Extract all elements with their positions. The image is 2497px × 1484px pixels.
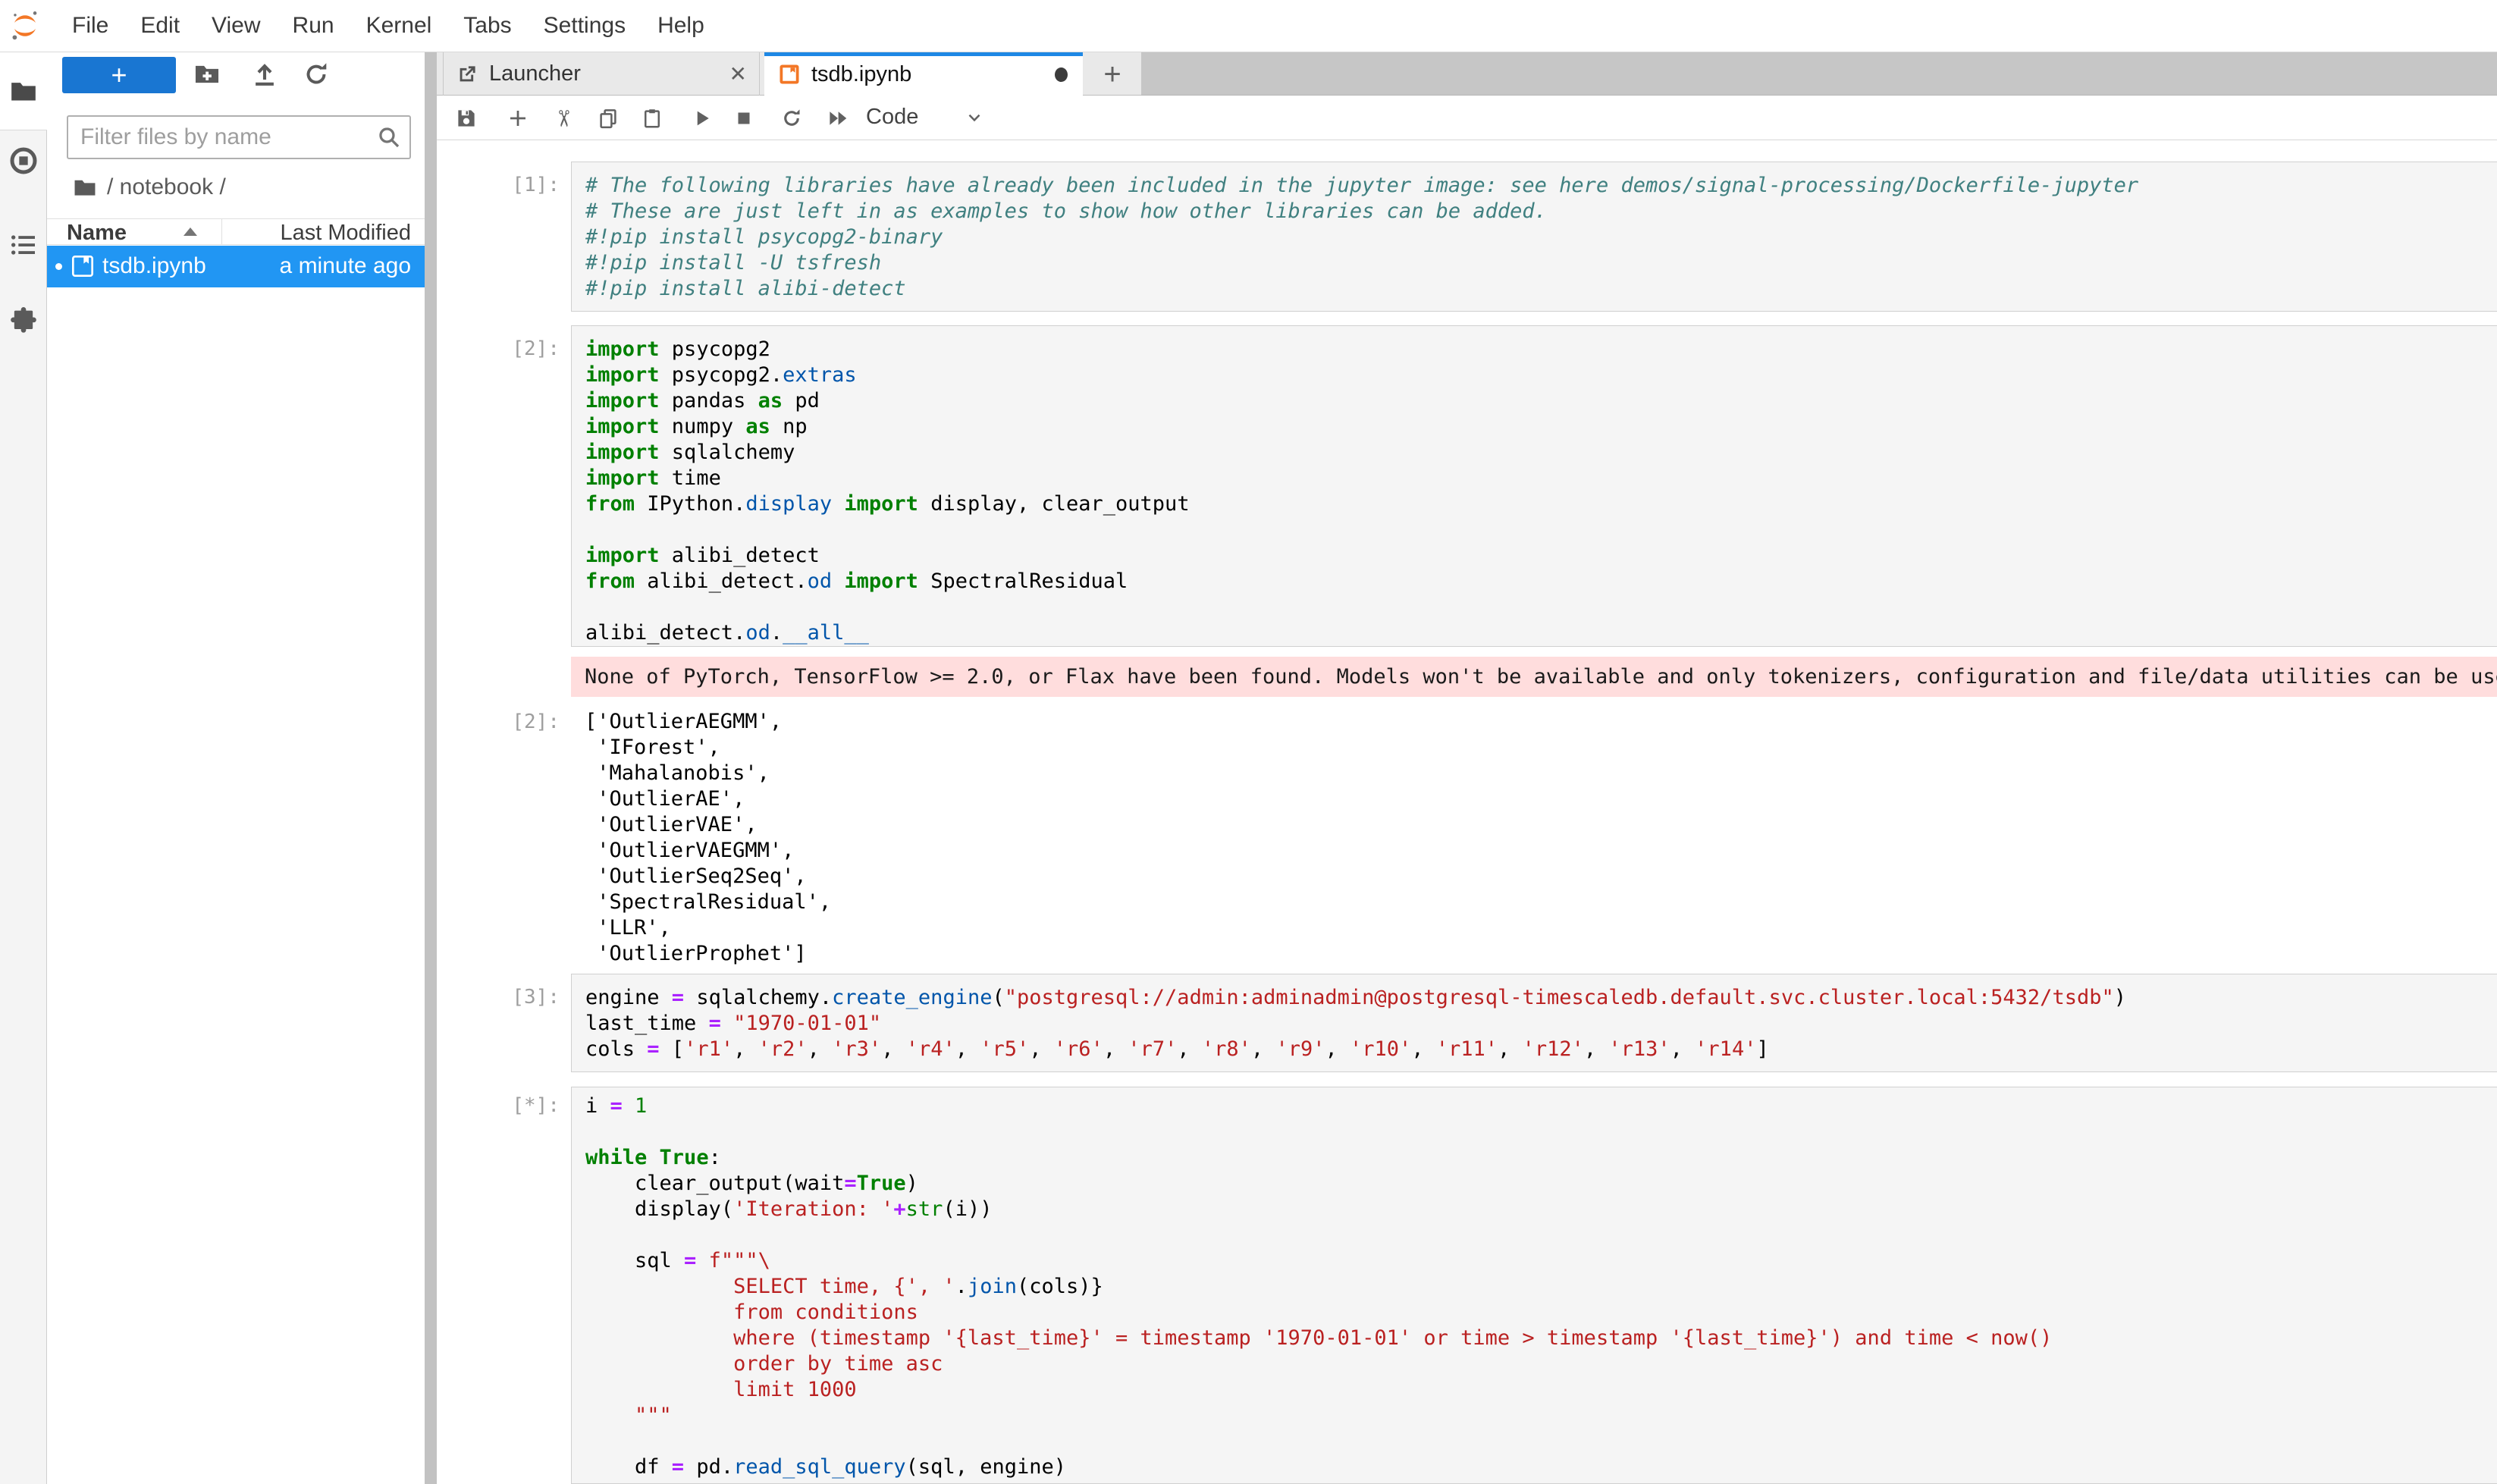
play-icon <box>691 107 714 130</box>
cell-4-input-prompt: [*]: <box>438 1093 566 1118</box>
menu-item-edit[interactable]: Edit <box>124 13 196 39</box>
tab-launcher-label: Launcher <box>489 61 581 86</box>
chevron-down-icon[interactable] <box>965 108 984 127</box>
tab-launcher[interactable]: Launcher ✕ <box>443 52 760 96</box>
folder-icon <box>8 76 39 106</box>
puzzle-icon <box>8 306 39 336</box>
interrupt-kernel-button[interactable] <box>732 105 758 131</box>
restart-kernel-button[interactable] <box>780 105 806 131</box>
notebook-icon <box>778 63 801 86</box>
column-header-name[interactable]: Name <box>67 221 127 246</box>
notebook-toolbar: ✂ <box>437 96 2497 140</box>
list-icon <box>8 230 39 260</box>
filter-files-field <box>67 115 411 159</box>
home-folder-icon[interactable] <box>72 174 98 200</box>
notebook-file-icon <box>71 254 95 278</box>
restart-run-all-button[interactable] <box>827 105 852 131</box>
menu-item-settings[interactable]: Settings <box>528 13 642 39</box>
new-launcher-button[interactable]: + <box>62 57 176 93</box>
main-dock-panel: Launcher ✕ tsdb.ipynb + <box>437 52 2497 1484</box>
add-tab-button[interactable]: + <box>1086 52 1139 96</box>
cell-type-dropdown[interactable]: Code <box>866 105 918 130</box>
filter-files-input[interactable] <box>67 115 411 159</box>
sidebar-tab-file-browser[interactable] <box>0 52 47 130</box>
column-header-last-modified[interactable]: Last Modified <box>281 221 412 246</box>
file-name: tsdb.ipynb <box>102 253 206 279</box>
copy-cells-button[interactable] <box>597 105 623 131</box>
tab-bar-empty-area <box>1141 52 2497 96</box>
upload-button[interactable] <box>250 60 279 89</box>
cell-3-code-editor[interactable]: engine = sqlalchemy.create_engine("postg… <box>571 974 2497 1072</box>
menu-item-file[interactable]: File <box>56 13 124 39</box>
new-folder-icon <box>193 60 221 89</box>
unsaved-changes-icon <box>1055 67 1068 82</box>
stop-icon <box>732 107 755 130</box>
insert-cell-button[interactable] <box>507 105 532 131</box>
menu-item-help[interactable]: Help <box>642 13 720 39</box>
plus-icon <box>507 107 529 130</box>
fast-forward-icon <box>827 107 849 130</box>
breadcrumb-path: / notebook / <box>107 174 226 200</box>
column-divider <box>221 219 222 245</box>
menu-items: File Edit View Run Kernel Tabs Settings … <box>56 13 720 39</box>
scissors-icon: ✂ <box>550 109 576 128</box>
restart-icon <box>780 107 803 130</box>
jupyter-logo-icon <box>8 8 42 43</box>
refresh-icon <box>302 60 331 89</box>
active-tab-indicator <box>764 52 1083 56</box>
save-button[interactable] <box>455 105 481 131</box>
sidebar-tab-table-of-contents[interactable] <box>0 230 47 260</box>
sort-ascending-icon <box>184 227 197 236</box>
upload-icon <box>250 60 279 89</box>
tab-tsdb-ipynb[interactable]: tsdb.ipynb <box>764 52 1083 96</box>
file-modified-time: a minute ago <box>280 253 411 279</box>
breadcrumb[interactable]: / notebook / <box>72 172 226 202</box>
paste-icon <box>641 107 663 130</box>
run-cell-button[interactable] <box>691 105 717 131</box>
cell-2-input-prompt: [2]: <box>438 336 566 362</box>
tab-tsdb-label: tsdb.ipynb <box>811 62 911 87</box>
unsaved-dot-icon <box>55 263 62 270</box>
file-row-tsdb-ipynb[interactable]: tsdb.ipynb a minute ago <box>47 246 425 287</box>
copy-icon <box>597 107 620 130</box>
menu-item-kernel[interactable]: Kernel <box>350 13 448 39</box>
file-list-header: Name Last Modified <box>47 218 425 245</box>
tab-close-button[interactable]: ✕ <box>729 61 747 86</box>
launcher-icon <box>456 63 478 86</box>
cell-3-input-prompt: [3]: <box>438 984 566 1010</box>
stderr-warning-banner: None of PyTorch, TensorFlow >= 2.0, or F… <box>571 657 2497 697</box>
activity-bar <box>0 52 47 1484</box>
stop-circle-icon <box>8 146 39 176</box>
menu-item-tabs[interactable]: Tabs <box>447 13 527 39</box>
paste-cells-button[interactable] <box>641 105 667 131</box>
cell-2-code-editor[interactable]: import psycopg2import psycopg2.extrasimp… <box>571 325 2497 647</box>
search-icon <box>376 124 402 150</box>
cell-2-output-prompt: [2]: <box>438 709 566 735</box>
cell-1-input-prompt: [1]: <box>438 172 566 198</box>
refresh-button[interactable] <box>302 60 331 89</box>
cut-cells-button[interactable]: ✂ <box>551 105 576 131</box>
menu-item-view[interactable]: View <box>196 13 276 39</box>
panel-splitter[interactable] <box>425 52 437 1484</box>
jupyterlab-app: File Edit View Run Kernel Tabs Settings … <box>0 0 2497 1484</box>
cell-4-code-editor[interactable]: i = 1 while True: clear_output(wait=True… <box>571 1087 2497 1484</box>
notebook-scroll-area: [1]: # The following libraries have alre… <box>437 140 2497 1484</box>
menu-item-run[interactable]: Run <box>277 13 350 39</box>
file-browser-panel: + <box>47 52 425 1484</box>
menu-bar: File Edit View Run Kernel Tabs Settings … <box>0 0 2497 52</box>
sidebar-tab-extensions[interactable] <box>0 306 47 336</box>
save-icon <box>455 107 478 130</box>
sidebar-tab-running-kernels[interactable] <box>0 146 47 176</box>
cell-1-code-editor[interactable]: # The following libraries have already b… <box>571 162 2497 312</box>
new-folder-button[interactable] <box>193 60 221 89</box>
cell-2-output-text: ['OutlierAEGMM', 'IForest', 'Mahalanobis… <box>585 709 831 967</box>
